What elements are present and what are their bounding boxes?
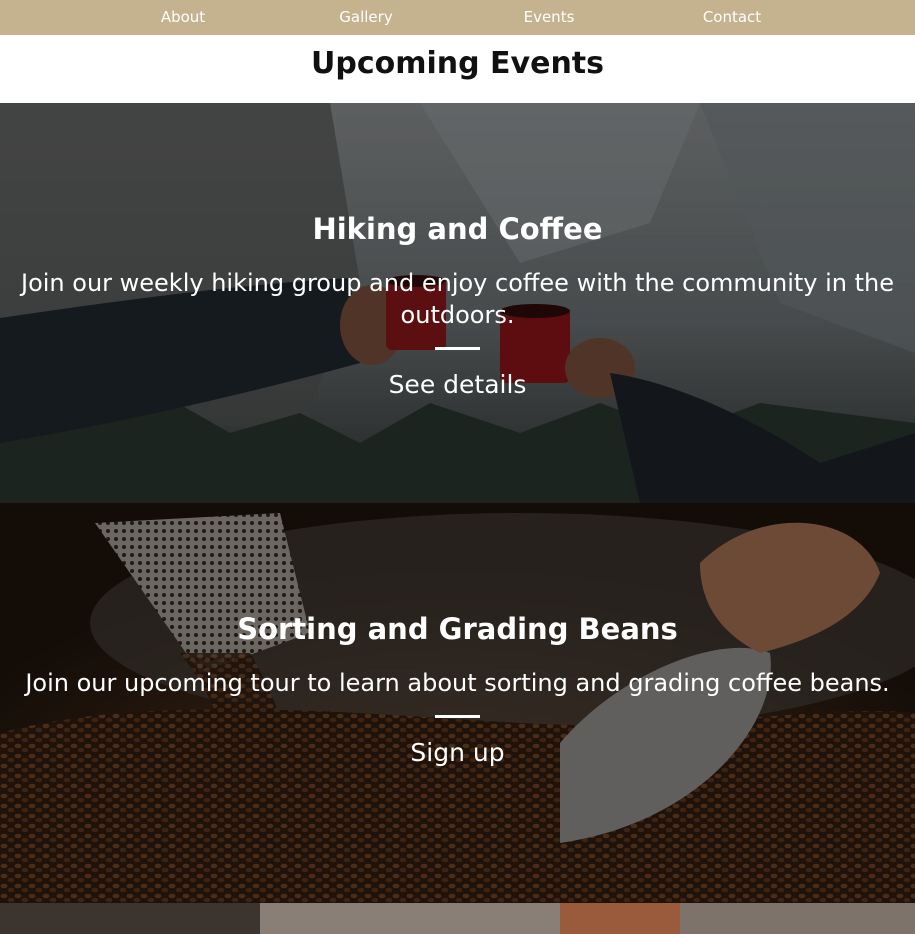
divider [435, 347, 480, 350]
event-card-beans: Sorting and Grading Beans Join our upcom… [0, 503, 915, 903]
next-event-card-preview [0, 903, 915, 934]
sign-up-link[interactable]: Sign up [410, 736, 504, 770]
divider [435, 715, 480, 718]
nav-link-events[interactable]: Events [524, 0, 575, 35]
event-description: Join our weekly hiking group and enjoy c… [20, 269, 894, 329]
event-content: Sorting and Grading Beans Join our upcom… [0, 609, 915, 770]
nav-link-contact[interactable]: Contact [703, 0, 761, 35]
nav-link-about[interactable]: About [161, 0, 205, 35]
next-event-background-image [0, 903, 915, 934]
event-title: Hiking and Coffee [312, 212, 603, 246]
top-nav: About Gallery Events Contact [0, 0, 915, 35]
event-title: Sorting and Grading Beans [237, 612, 678, 646]
event-content: Hiking and Coffee Join our weekly hiking… [0, 209, 915, 402]
event-card-hiking: Hiking and Coffee Join our weekly hiking… [0, 103, 915, 503]
page-title: Upcoming Events [0, 35, 915, 103]
event-description: Join our upcoming tour to learn about so… [25, 669, 890, 697]
see-details-link[interactable]: See details [389, 368, 527, 402]
nav-link-gallery[interactable]: Gallery [339, 0, 392, 35]
